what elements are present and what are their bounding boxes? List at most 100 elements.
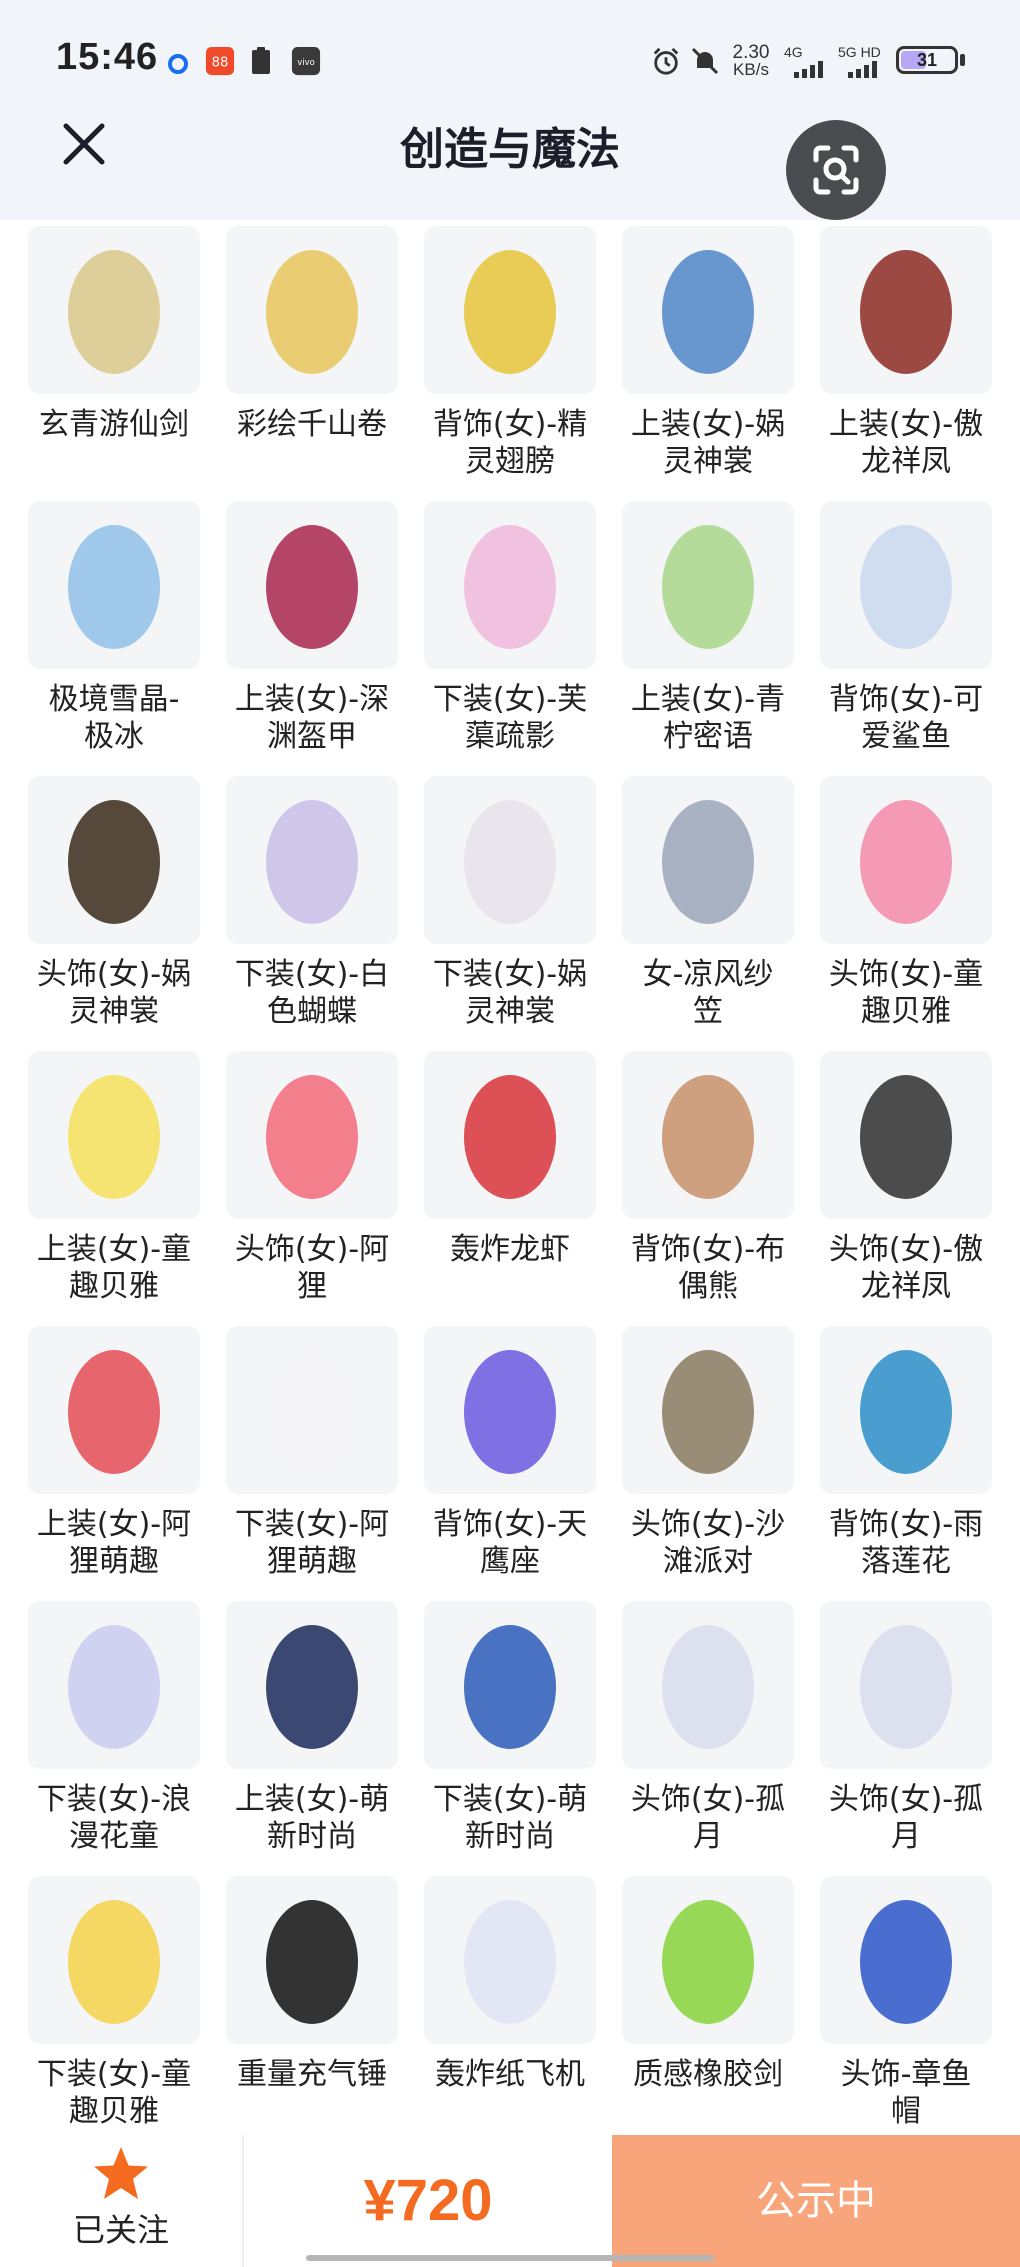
item-label-line: 趣贝雅 <box>69 1269 159 1304</box>
item-label-line: 灵神裳 <box>663 444 753 479</box>
item-label-line: 头饰(女)-童 <box>828 957 984 992</box>
item-image <box>68 525 160 649</box>
item-image <box>860 1900 952 2024</box>
item-label: 上装(女)-阿 狸萌趣 <box>15 1506 213 1580</box>
item-image <box>68 1350 160 1474</box>
grid-item[interactable]: 玄青游仙剑 <box>28 226 226 443</box>
item-image <box>464 1900 556 2024</box>
item-thumbnail <box>424 1326 596 1494</box>
item-label-line: 狸 <box>297 1269 327 1304</box>
grid-item[interactable]: 女-凉风纱笠 <box>622 776 820 1030</box>
grid-item[interactable]: 上装(女)-萌 新时尚 <box>226 1601 424 1855</box>
item-label-line: 蕖疏影 <box>465 719 555 754</box>
grid-item[interactable]: 轰炸纸飞机 <box>424 1876 622 2093</box>
item-image <box>464 1350 556 1474</box>
item-label: 背饰(女)-布 偶熊 <box>609 1231 807 1305</box>
grid-item[interactable]: 头饰(女)-孤月 <box>820 1601 1018 1855</box>
item-image <box>68 1625 160 1749</box>
home-indicator[interactable] <box>306 2255 714 2261</box>
item-label-line: 月 <box>891 1819 921 1854</box>
item-thumbnail <box>424 1601 596 1769</box>
signal-2-label: 5G HD <box>838 44 881 60</box>
status-time: 15:46 <box>56 36 159 78</box>
status-bar: 15:46 88 vivo 2.30 KB/s 4G 5G HD 31 <box>0 0 1020 120</box>
grid-item[interactable]: 上装(女)-青 柠密语 <box>622 501 820 755</box>
item-label-line: 背饰(女)-雨 <box>828 1507 984 1542</box>
item-image <box>68 1900 160 2024</box>
grid-item[interactable]: 彩绘千山卷 <box>226 226 424 443</box>
item-thumbnail <box>226 1051 398 1219</box>
grid-item[interactable]: 头饰(女)-童 趣贝雅 <box>820 776 1018 1030</box>
grid-item[interactable]: 上装(女)-阿 狸萌趣 <box>28 1326 226 1580</box>
item-image <box>662 1075 754 1199</box>
grid-item[interactable]: 背饰(女)-天 鹰座 <box>424 1326 622 1580</box>
item-label: 上装(女)-青 柠密语 <box>609 681 807 755</box>
item-thumbnail <box>622 1601 794 1769</box>
item-label-line: 轰炸纸飞机 <box>435 2057 585 2092</box>
item-label-line: 新时尚 <box>465 1819 555 1854</box>
item-label: 下装(女)-娲 灵神裳 <box>411 956 609 1030</box>
grid-item[interactable]: 上装(女)-深 渊盔甲 <box>226 501 424 755</box>
item-thumbnail <box>820 776 992 944</box>
grid-item[interactable]: 下装(女)-萌 新时尚 <box>424 1601 622 1855</box>
item-label-line: 下装(女)-娲 <box>432 957 588 992</box>
grid-item[interactable]: 背饰(女)-精 灵翅膀 <box>424 226 622 480</box>
grid-item[interactable]: 重量充气锤 <box>226 1876 424 2093</box>
item-label: 轰炸龙虾 <box>411 1231 609 1268</box>
follow-button[interactable]: 已关注 <box>0 2135 242 2267</box>
grid-item[interactable]: 头饰(女)-孤月 <box>622 1601 820 1855</box>
item-label: 背饰(女)-可 爱鲨鱼 <box>807 681 1005 755</box>
item-thumbnail <box>820 1326 992 1494</box>
item-image <box>662 525 754 649</box>
item-label-line: 下装(女)-浪 <box>36 1782 192 1817</box>
item-image <box>266 1350 358 1474</box>
grid-item[interactable]: 下装(女)-芙 蕖疏影 <box>424 501 622 755</box>
item-label-line: 柠密语 <box>663 719 753 754</box>
alarm-icon <box>653 47 679 75</box>
item-thumbnail <box>820 1601 992 1769</box>
grid-item[interactable]: 下装(女)-娲 灵神裳 <box>424 776 622 1030</box>
item-image <box>860 1075 952 1199</box>
status-button[interactable]: 公示中 <box>612 2135 1020 2267</box>
item-image <box>464 1625 556 1749</box>
item-label: 玄青游仙剑 <box>15 406 213 443</box>
item-label-line: 爱鲨鱼 <box>861 719 951 754</box>
grid-item[interactable]: 头饰-章鱼帽 <box>820 1876 1018 2130</box>
grid-item[interactable]: 上装(女)-娲 灵神裳 <box>622 226 820 480</box>
item-image <box>68 250 160 374</box>
item-label-line: 头饰(女)-傲 <box>828 1232 984 1267</box>
item-label-line: 头饰(女)-娲 <box>36 957 192 992</box>
item-label-line: 下装(女)-芙 <box>432 682 588 717</box>
grid-item[interactable]: 上装(女)-童 趣贝雅 <box>28 1051 226 1305</box>
item-thumbnail <box>28 776 200 944</box>
signal-bars-icon-2 <box>848 61 877 78</box>
grid-item[interactable]: 极境雪晶- 极冰 <box>28 501 226 755</box>
item-label-line: 上装(女)-萌 <box>234 1782 390 1817</box>
svg-text:vivo: vivo <box>297 57 314 67</box>
grid-item[interactable]: 背饰(女)-布 偶熊 <box>622 1051 820 1305</box>
item-label-line: 上装(女)-青 <box>630 682 786 717</box>
grid-item[interactable]: 头饰(女)-沙 滩派对 <box>622 1326 820 1580</box>
star-icon <box>94 2147 148 2199</box>
grid-item[interactable]: 下装(女)-浪 漫花童 <box>28 1601 226 1855</box>
vivo-app-icon: vivo <box>291 46 321 76</box>
item-thumbnail <box>622 501 794 669</box>
grid-item[interactable]: 下装(女)-白 色蝴蝶 <box>226 776 424 1030</box>
item-thumbnail <box>28 501 200 669</box>
grid-item[interactable]: 头饰(女)-傲 龙祥凤 <box>820 1051 1018 1305</box>
item-label: 下装(女)-萌 新时尚 <box>411 1781 609 1855</box>
grid-item[interactable]: 上装(女)-傲 龙祥凤 <box>820 226 1018 480</box>
grid-item[interactable]: 下装(女)-童 趣贝雅 <box>28 1876 226 2130</box>
grid-item[interactable]: 轰炸龙虾 <box>424 1051 622 1268</box>
scan-button[interactable] <box>786 120 886 220</box>
price: ¥720 <box>363 2168 493 2233</box>
grid-item[interactable]: 背饰(女)-雨 落莲花 <box>820 1326 1018 1580</box>
grid-item[interactable]: 头饰(女)-阿狸 <box>226 1051 424 1305</box>
grid-item[interactable]: 背饰(女)-可 爱鲨鱼 <box>820 501 1018 755</box>
grid-item[interactable]: 下装(女)-阿 狸萌趣 <box>226 1326 424 1580</box>
item-label-line: 彩绘千山卷 <box>237 407 387 442</box>
grid-item[interactable]: 头饰(女)-娲 灵神裳 <box>28 776 226 1030</box>
grid-item[interactable]: 质感橡胶剑 <box>622 1876 820 2093</box>
item-image <box>860 525 952 649</box>
item-label: 头饰(女)-傲 龙祥凤 <box>807 1231 1005 1305</box>
